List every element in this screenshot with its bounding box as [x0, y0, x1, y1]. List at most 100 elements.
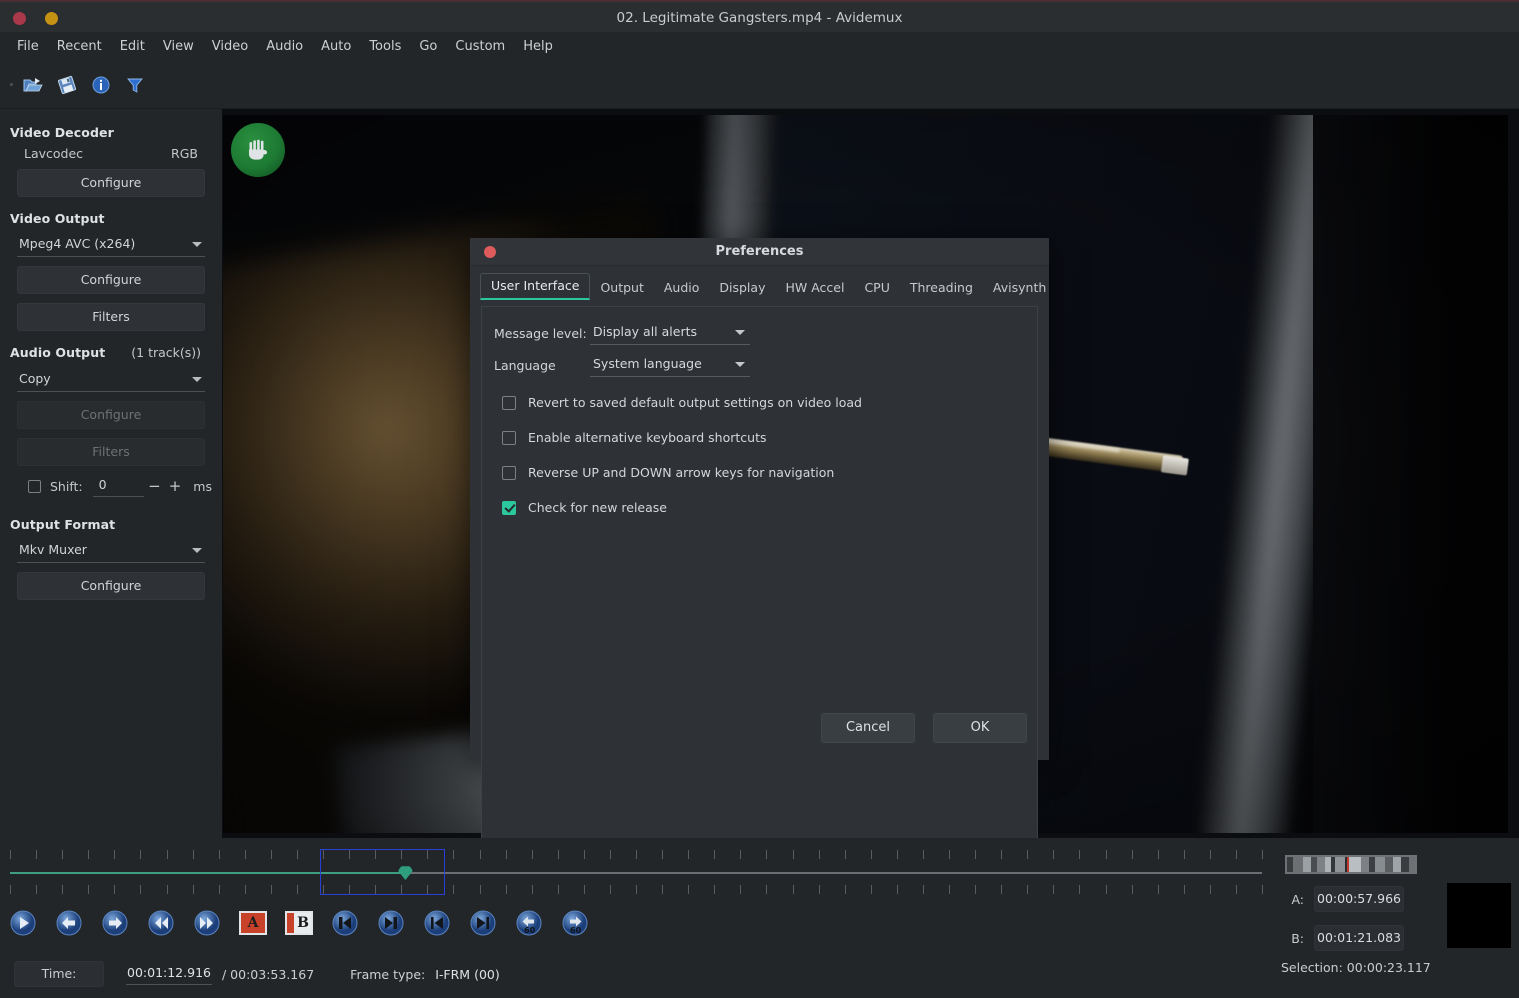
- timeline[interactable]: [0, 841, 1272, 899]
- audio-shift-unit-label: ms: [193, 478, 212, 494]
- left-settings-panel: Video Decoder Lavcodec RGB Configure Vid…: [0, 109, 222, 838]
- decoder-codec-label: Lavcodec: [24, 146, 84, 161]
- status-bar: Time: 00:01:12.916 / 00:03:53.167 Frame …: [0, 950, 1272, 998]
- output-format-muxer-value: Mkv Muxer: [19, 542, 87, 557]
- decoder-colorspace-label: RGB: [171, 146, 198, 161]
- audio-output-configure-button[interactable]: Configure: [17, 401, 205, 429]
- checkbox-check-new-release[interactable]: Check for new release: [502, 500, 1025, 515]
- audio-output-filters-button[interactable]: Filters: [17, 438, 205, 466]
- menu-item-custom[interactable]: Custom: [446, 36, 514, 57]
- audio-output-title: Audio Output: [10, 345, 106, 360]
- preferences-dialog: Preferences User Interface Output Audio …: [470, 238, 1049, 933]
- audio-track-count: (1 track(s)): [131, 345, 202, 360]
- video-decoder-info: Lavcodec RGB: [10, 146, 212, 161]
- language-select[interactable]: System language: [590, 353, 750, 377]
- previous-keyframe-button[interactable]: [322, 900, 368, 946]
- menu-item-edit[interactable]: Edit: [111, 36, 154, 57]
- marker-panel: A: 00:00:57.966 B: 00:01:21.083 Selectio…: [1272, 838, 1519, 998]
- back-60-seconds-button[interactable]: 60: [506, 900, 552, 946]
- toolbar-grip[interactable]: [6, 80, 16, 90]
- chevron-down-icon: [735, 330, 745, 335]
- set-marker-b-button[interactable]: B: [276, 900, 322, 946]
- marker-b-label: B:: [1291, 930, 1304, 946]
- audio-shift-increment-button[interactable]: +: [165, 477, 186, 495]
- chevron-down-icon: [735, 362, 745, 367]
- audio-shift-checkbox[interactable]: [28, 479, 41, 493]
- audio-output-codec-select[interactable]: Copy: [17, 367, 205, 392]
- preferences-close-button[interactable]: [484, 246, 496, 258]
- output-format-muxer-select[interactable]: Mkv Muxer: [17, 538, 205, 563]
- rewind-button[interactable]: [138, 900, 184, 946]
- video-output-configure-button[interactable]: Configure: [17, 266, 205, 294]
- checkbox-revert-defaults-label: Revert to saved default output settings …: [528, 395, 862, 410]
- next-keyframe-button[interactable]: [368, 900, 414, 946]
- checkbox-reverse-arrows-box[interactable]: [502, 465, 516, 480]
- tab-threading[interactable]: Threading: [900, 276, 983, 300]
- menu-item-audio[interactable]: Audio: [257, 36, 312, 57]
- frame-type-value: I-FRM (00): [435, 966, 500, 982]
- navigation-strip[interactable]: [1285, 855, 1417, 874]
- audio-shift-input[interactable]: 0: [92, 475, 145, 497]
- menu-item-video[interactable]: Video: [203, 36, 257, 57]
- menu-item-help[interactable]: Help: [514, 36, 562, 57]
- menu-item-file[interactable]: File: [8, 36, 48, 57]
- audio-shift-row: Shift: 0 − + ms: [28, 475, 212, 497]
- go-to-start-button[interactable]: [414, 900, 460, 946]
- menu-item-go[interactable]: Go: [410, 36, 446, 57]
- svg-text:60: 60: [570, 926, 582, 935]
- tab-display[interactable]: Display: [709, 276, 775, 300]
- tab-avisynth[interactable]: Avisynth: [983, 276, 1056, 300]
- message-level-select[interactable]: Display all alerts: [590, 321, 750, 345]
- audio-shift-decrement-button[interactable]: −: [144, 477, 165, 495]
- selection-duration-label: Selection: 00:00:23.117: [1281, 960, 1431, 975]
- forward-button[interactable]: [184, 900, 230, 946]
- next-frame-button[interactable]: [92, 900, 138, 946]
- frame-type-label: Frame type:: [350, 966, 426, 982]
- video-decoder-title: Video Decoder: [10, 125, 114, 140]
- menu-item-tools[interactable]: Tools: [360, 36, 410, 57]
- ok-button[interactable]: OK: [933, 713, 1027, 743]
- menu-item-view[interactable]: View: [154, 36, 203, 57]
- marker-a-label: A:: [1291, 891, 1304, 907]
- tab-output[interactable]: Output: [590, 276, 653, 300]
- tool-bar: [0, 61, 1519, 109]
- checkbox-check-new-release-box[interactable]: [502, 500, 516, 515]
- checkbox-revert-defaults-box[interactable]: [502, 395, 516, 410]
- marker-b-value[interactable]: 00:01:21.083: [1314, 925, 1404, 951]
- selection-thumbnail: [1447, 883, 1511, 948]
- menu-item-auto[interactable]: Auto: [312, 36, 360, 57]
- video-output-encoder-select[interactable]: Mpeg4 AVC (x264): [17, 232, 205, 257]
- navigation-cursor: [1347, 857, 1349, 872]
- tab-user-interface[interactable]: User Interface: [480, 273, 591, 300]
- chevron-down-icon: [192, 548, 202, 553]
- marker-a-row: A: 00:00:57.966: [1282, 886, 1404, 912]
- checkbox-alt-shortcuts-box[interactable]: [502, 430, 516, 445]
- video-output-filters-button[interactable]: Filters: [17, 303, 205, 331]
- checkbox-revert-defaults[interactable]: Revert to saved default output settings …: [502, 395, 1025, 410]
- video-decoder-configure-button[interactable]: Configure: [17, 169, 205, 197]
- forward-60-seconds-button[interactable]: 60: [552, 900, 598, 946]
- menu-item-recent[interactable]: Recent: [48, 36, 111, 57]
- preferences-title: Preferences: [715, 244, 804, 259]
- marker-a-value[interactable]: 00:00:57.966: [1314, 886, 1404, 912]
- previous-frame-button[interactable]: [46, 900, 92, 946]
- checkbox-check-new-release-label: Check for new release: [528, 500, 667, 515]
- current-time-input[interactable]: 00:01:12.916: [126, 963, 212, 985]
- tab-audio[interactable]: Audio: [654, 276, 710, 300]
- filters-icon[interactable]: [118, 68, 152, 102]
- open-file-icon[interactable]: [16, 68, 50, 102]
- set-marker-a-button[interactable]: A: [230, 900, 276, 946]
- go-to-end-button[interactable]: [460, 900, 506, 946]
- preferences-title-bar: Preferences: [470, 238, 1049, 266]
- tab-cpu[interactable]: CPU: [854, 276, 899, 300]
- play-button[interactable]: [0, 900, 46, 946]
- transport-controls: A B 60 60: [0, 900, 1272, 946]
- output-format-configure-button[interactable]: Configure: [17, 572, 205, 600]
- save-file-icon[interactable]: [50, 68, 84, 102]
- checkbox-alt-shortcuts[interactable]: Enable alternative keyboard shortcuts: [502, 430, 1025, 445]
- window-title: 02. Legitimate Gangsters.mp4 - Avidemux: [616, 10, 903, 26]
- tab-hw-accel[interactable]: HW Accel: [775, 276, 854, 300]
- cancel-button[interactable]: Cancel: [821, 713, 915, 743]
- info-icon[interactable]: [84, 68, 118, 102]
- checkbox-reverse-arrows[interactable]: Reverse UP and DOWN arrow keys for navig…: [502, 465, 1025, 480]
